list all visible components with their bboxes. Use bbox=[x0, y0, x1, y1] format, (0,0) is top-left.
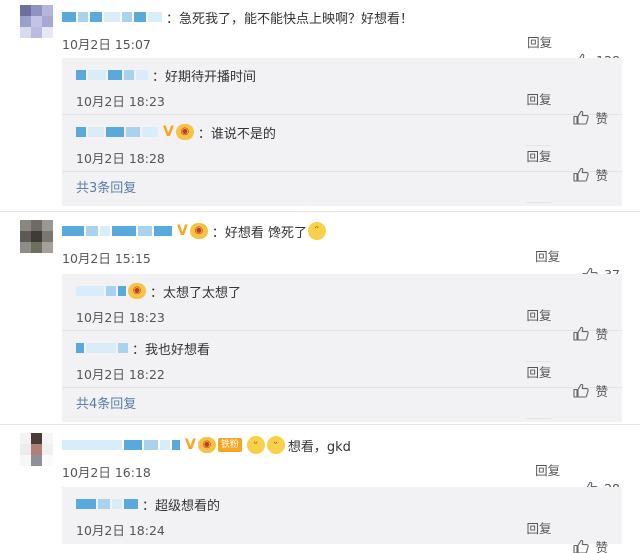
reply-button[interactable]: 回复 bbox=[526, 518, 551, 553]
crying-face-icon: ᵕ bbox=[266, 436, 285, 454]
username[interactable] bbox=[76, 499, 96, 509]
fan-badge: 铁粉 bbox=[217, 438, 242, 452]
comment-time: 10月2日 15:15 bbox=[62, 251, 151, 266]
crying-face-icon: ᵕ bbox=[246, 436, 265, 454]
reply-list: ：超级想看的 10月2日 18:24 回复 赞 bbox=[62, 487, 622, 553]
reply-header: ◉ ：太想了太想了 bbox=[76, 280, 241, 302]
avatar[interactable] bbox=[20, 220, 53, 253]
reply-time: 10月2日 18:23 bbox=[76, 310, 165, 325]
reply-item: ：好期待开播时间 10月2日 18:23 回复 赞 bbox=[62, 58, 622, 146]
reply-time: 10月2日 18:22 bbox=[76, 367, 165, 382]
comment: ：急死我了，能不能快点上映啊？好想看！ 10月2日 15:07 回复 128 ：… bbox=[0, 0, 640, 210]
reply-header: V ◉ ：谁说不是的 bbox=[76, 121, 276, 143]
reply-header: ：我也好想看 bbox=[76, 337, 210, 359]
username[interactable] bbox=[76, 286, 104, 296]
reply-item: V ◉ ：谁说不是的 10月2日 18:28 回复 赞 bbox=[62, 115, 622, 203]
avatar[interactable] bbox=[20, 433, 53, 466]
username[interactable] bbox=[76, 70, 86, 80]
reply-button[interactable]: 回复 bbox=[526, 146, 552, 203]
comment-time: 10月2日 15:07 bbox=[62, 37, 151, 52]
reply-time: 10月2日 18:24 bbox=[76, 523, 165, 538]
comment-header: V ◉ ：好想看 馋死了 ᵔ bbox=[62, 220, 327, 242]
reply-time: 10月2日 18:28 bbox=[76, 151, 165, 166]
member-badge-icon: ◉ bbox=[175, 124, 194, 140]
comment-text: ：急死我了，能不能快点上映啊？好想看！ bbox=[166, 11, 414, 27]
like-label[interactable]: 赞 bbox=[595, 537, 608, 553]
reply-text: ：我也好想看 bbox=[132, 342, 211, 358]
like-icon[interactable] bbox=[573, 539, 589, 553]
vip-badge-icon: V bbox=[163, 124, 174, 140]
reply-list: ◉ ：太想了太想了 10月2日 18:23 回复 赞 ：我也好想看 10月2日 … bbox=[62, 274, 622, 422]
comment-header: ：急死我了，能不能快点上映啊？好想看！ bbox=[62, 6, 413, 28]
reply-header: ：好期待开播时间 bbox=[76, 64, 256, 86]
reply-text: ：超级想看的 bbox=[142, 498, 221, 514]
vip-badge-icon: V bbox=[177, 223, 188, 239]
reply-item: ◉ ：太想了太想了 10月2日 18:23 回复 赞 bbox=[62, 274, 622, 362]
comment-time: 10月2日 16:18 bbox=[62, 465, 151, 480]
like-label[interactable]: 赞 bbox=[595, 165, 608, 184]
pleading-face-icon: ᵔ bbox=[307, 222, 326, 240]
reply-text: ：谁说不是的 bbox=[197, 126, 276, 142]
comment-text: 想看，gkd bbox=[287, 439, 351, 455]
comment: V ◉ ：好想看 馋死了 ᵔ 10月2日 15:15 回复 37 ◉ ：太想了太… bbox=[0, 212, 640, 422]
reply-actions: 回复 赞 bbox=[526, 146, 608, 203]
member-badge-icon: ◉ bbox=[197, 437, 216, 453]
reply-button[interactable]: 回复 bbox=[526, 362, 552, 419]
like-label[interactable]: 赞 bbox=[595, 381, 608, 400]
like-icon[interactable] bbox=[573, 383, 589, 398]
reply-actions: 回复 赞 bbox=[526, 362, 608, 419]
reply-header: ：超级想看的 bbox=[76, 493, 220, 515]
comment-text: ：好想看 馋死了 bbox=[211, 225, 307, 241]
like-icon[interactable] bbox=[573, 167, 589, 182]
reply-item: ：超级想看的 10月2日 18:24 回复 赞 bbox=[62, 487, 622, 553]
username[interactable] bbox=[76, 127, 86, 137]
username[interactable] bbox=[62, 12, 76, 22]
username[interactable] bbox=[76, 343, 84, 353]
reply-list: ：好期待开播时间 10月2日 18:23 回复 赞 V ◉ ：谁说不是的 10月… bbox=[62, 58, 622, 206]
username[interactable] bbox=[62, 440, 122, 450]
comment-header: V ◉ 铁粉 ᵕ ᵕ 想看，gkd bbox=[62, 434, 351, 456]
username[interactable] bbox=[62, 226, 84, 236]
reply-actions: 回复 赞 bbox=[526, 518, 608, 553]
member-badge-icon: ◉ bbox=[128, 283, 146, 299]
member-badge-icon: ◉ bbox=[189, 223, 208, 239]
vip-badge-icon: V bbox=[185, 437, 196, 453]
reply-text: ：好期待开播时间 bbox=[152, 69, 257, 85]
reply-item: ：我也好想看 10月2日 18:22 回复 赞 bbox=[62, 331, 622, 419]
comment: V ◉ 铁粉 ᵕ ᵕ 想看，gkd 10月2日 16:18 回复 28 ：超级想… bbox=[0, 425, 640, 553]
reply-time: 10月2日 18:23 bbox=[76, 94, 165, 109]
reply-text: ：太想了太想了 bbox=[150, 285, 242, 301]
avatar[interactable] bbox=[20, 5, 53, 38]
